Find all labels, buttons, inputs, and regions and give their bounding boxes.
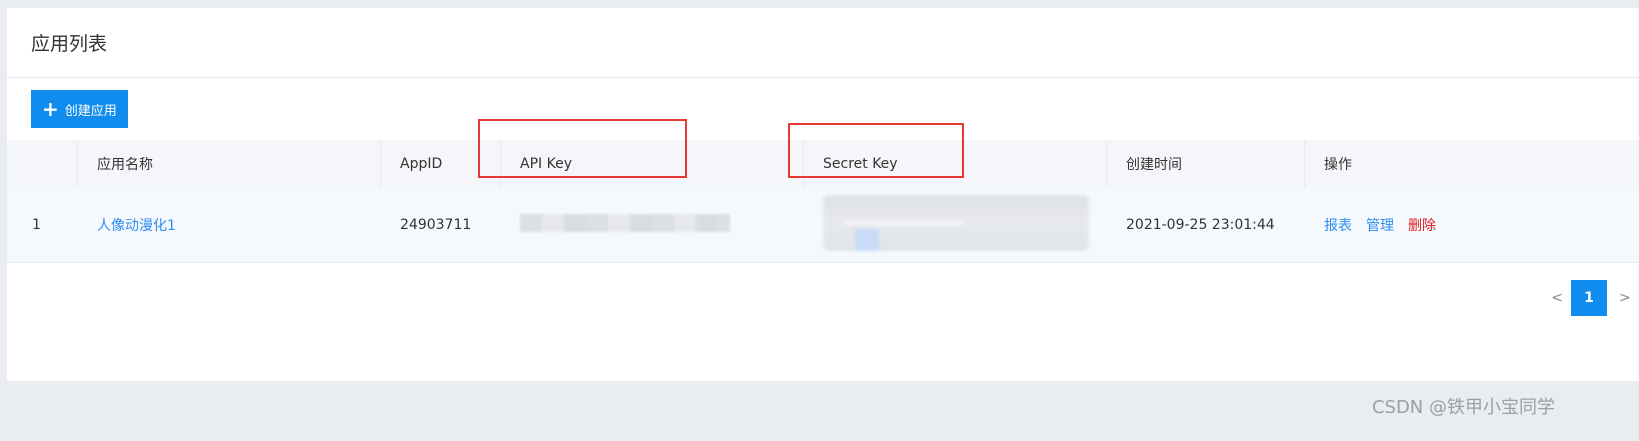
- column-header-name: 应用名称: [77, 140, 380, 188]
- create-app-button[interactable]: + 创建应用: [31, 90, 128, 128]
- appid-cell: 24903711: [400, 216, 472, 233]
- column-header-index: [7, 140, 77, 188]
- plus-icon: +: [42, 97, 59, 121]
- column-header-created: 创建时间: [1106, 140, 1304, 188]
- row-index: 1: [32, 216, 41, 233]
- page-title: 应用列表: [7, 8, 1639, 78]
- app-name-cell: 人像动漫化1: [77, 188, 380, 262]
- app-list-panel: 应用列表 + 创建应用 应用名称 AppID API Key Secret Ke…: [7, 8, 1639, 381]
- watermark: CSDN @铁甲小宝同学: [1371, 397, 1555, 418]
- api-key-redacted: [520, 213, 730, 232]
- create-app-label: 创建应用: [64, 103, 117, 119]
- api-key-cell: [500, 188, 803, 262]
- actions-cell: 报表 管理 删除: [1304, 188, 1639, 262]
- prev-page-button[interactable]: <: [1543, 290, 1571, 306]
- page-1-button[interactable]: 1: [1571, 280, 1607, 316]
- next-page-button[interactable]: >: [1611, 290, 1639, 306]
- manage-link[interactable]: 管理: [1366, 218, 1394, 234]
- app-name-link[interactable]: 人像动漫化1: [97, 218, 176, 234]
- table-row: 1 人像动漫化1 24903711 2021-09-25 23:01:44 报表…: [7, 188, 1639, 262]
- pagination: < 1 >: [1543, 280, 1639, 316]
- report-link[interactable]: 报表: [1324, 218, 1352, 234]
- secret-key-highlight-box: [788, 123, 964, 178]
- secret-key-redacted: [823, 194, 1089, 251]
- api-key-highlight-box: [478, 119, 687, 178]
- created-time-cell: 2021-09-25 23:01:44: [1126, 216, 1275, 233]
- secret-key-cell: [803, 188, 1106, 262]
- column-header-actions: 操作: [1304, 140, 1639, 188]
- delete-link[interactable]: 删除: [1408, 218, 1436, 234]
